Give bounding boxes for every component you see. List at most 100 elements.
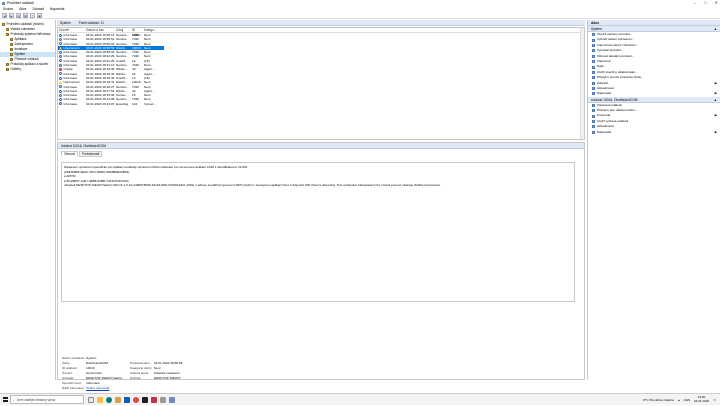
- warning-icon: [59, 46, 62, 50]
- tab-details[interactable]: Podrobnosti: [79, 151, 103, 157]
- menu-item[interactable]: Akce: [19, 7, 26, 11]
- clock[interactable]: 19:00 04.01.2020: [694, 395, 709, 404]
- event-viewer-window: Prohlížeč událostí – □ ✕ Soubor Akce Zob…: [0, 0, 720, 405]
- taskbar-apps: [88, 396, 175, 403]
- property-key: Další informace:: [62, 386, 85, 390]
- info-icon: [59, 37, 62, 41]
- action-icon: [592, 43, 595, 47]
- log-actions-list: Otevřít uložený protokol... Vytvořit vlas…: [588, 32, 720, 97]
- detail-title: Událost 10016, DistributedCOM: [58, 143, 584, 149]
- terminal-icon[interactable]: [142, 396, 148, 403]
- close-icon[interactable]: ✕: [715, 0, 718, 5]
- event-viewer-task-icon[interactable]: [169, 396, 175, 403]
- taskbar: ⌕ Sem zadejte hledaný výraz 8°C Převážně…: [0, 393, 720, 405]
- collapse-icon[interactable]: ▲: [714, 26, 717, 31]
- weather-text[interactable]: 8°C Převážně oblačno: [643, 398, 674, 402]
- menu-item[interactable]: Soubor: [3, 7, 13, 11]
- folder-icon[interactable]: [115, 396, 121, 403]
- minimize-icon[interactable]: –: [694, 0, 696, 5]
- search-icon: ⌕: [13, 397, 15, 402]
- action-icon: [592, 49, 595, 53]
- action-item[interactable]: Nápověda ▶: [588, 130, 720, 135]
- table-cell: 04.01.2020 18:13:07: [86, 101, 115, 106]
- folder-icon: [2, 23, 5, 26]
- network-icon[interactable]: ▴: [678, 398, 680, 402]
- event-detail-pane: Událost 10016, DistributedCOM Obecné Pod…: [57, 142, 585, 390]
- tool-icon[interactable]: [160, 396, 166, 403]
- action-icon: [592, 70, 595, 74]
- tab-general[interactable]: Obecné: [61, 151, 79, 157]
- info-icon: [59, 85, 62, 89]
- level-label: Informace: [63, 101, 78, 106]
- column-header[interactable]: ID událo...: [132, 28, 144, 37]
- table-row[interactable]: Informace 04.01.2020 18:13:07 Eventlog 104 V…: [58, 102, 584, 106]
- action-icon: [592, 109, 595, 113]
- info-icon: [59, 72, 62, 76]
- properties-icon[interactable]: ▦: [23, 12, 28, 18]
- event-count: Počet událostí: 11: [78, 20, 104, 25]
- action-label: Nápověda: [597, 129, 612, 134]
- online-help-link[interactable]: Online nápověda: [86, 386, 109, 390]
- column-header[interactable]: Zdroj: [116, 28, 132, 32]
- notifications-icon[interactable]: ▭: [713, 398, 716, 402]
- menu-bar: Soubor Akce Zobrazit Nápověda: [0, 6, 720, 11]
- file-explorer-icon[interactable]: [97, 396, 103, 403]
- action-icon: [592, 81, 595, 85]
- action-icon: [592, 87, 595, 91]
- actions-pane: Akce Systém ▲ Otevřít uložený protokol..…: [587, 20, 720, 380]
- edge-icon[interactable]: [106, 396, 112, 403]
- console-tree: Prohlížeč událostí (místní) Vlastní zobra…: [0, 20, 56, 380]
- help-icon[interactable]: ?: [30, 12, 35, 18]
- log-name: Systém: [60, 20, 71, 25]
- action-icon: [592, 60, 595, 64]
- column-header[interactable]: Datum a čas: [86, 28, 116, 32]
- folder-icon: [10, 53, 13, 56]
- action-icon: [592, 103, 595, 107]
- menu-item[interactable]: Zobrazit: [32, 7, 44, 11]
- property-value: [154, 386, 214, 391]
- info-icon: [59, 102, 62, 106]
- action-icon: [592, 125, 595, 129]
- chrome-icon[interactable]: [133, 396, 139, 403]
- action-icon: [592, 114, 595, 118]
- task-view-icon[interactable]: [88, 396, 94, 403]
- error-icon: [59, 68, 62, 72]
- taskbar-search[interactable]: ⌕ Sem zadejte hledaný výraz: [10, 395, 84, 404]
- info-icon: [59, 76, 62, 80]
- window-title: Prohlížeč událostí: [7, 1, 34, 5]
- action-icon: [592, 120, 595, 124]
- menu-item[interactable]: Nápověda: [50, 7, 65, 11]
- folder-icon: [6, 63, 9, 66]
- info-icon: [59, 98, 62, 102]
- property-row: Další informace: Online nápověda: [62, 386, 362, 391]
- warning-icon: [59, 80, 62, 84]
- event-list: Úroveň Datum a čas Zdroj ID událo... Katego.…: [57, 27, 585, 140]
- show-action-pane-icon[interactable]: ▣: [37, 12, 42, 18]
- info-icon: [59, 42, 62, 46]
- column-header[interactable]: Katego...: [144, 28, 164, 32]
- windows-logo-icon: [2, 397, 8, 402]
- tree-item[interactable]: Odběry: [0, 67, 55, 72]
- submenu-arrow-icon: ▶: [714, 80, 717, 85]
- folder-icon: [6, 33, 9, 36]
- back-icon[interactable]: ◀: [2, 12, 7, 18]
- language-indicator[interactable]: CES: [684, 398, 690, 402]
- forward-icon[interactable]: ▶: [9, 12, 14, 18]
- list-header: Systém Počet událostí: 11: [57, 20, 585, 26]
- folder-icon: [6, 68, 9, 71]
- collapse-icon[interactable]: ▲: [714, 97, 717, 102]
- app-icon: [2, 1, 5, 5]
- column-header[interactable]: Úroveň: [58, 28, 86, 32]
- action-icon: [592, 54, 595, 58]
- media-icon[interactable]: [151, 396, 157, 403]
- list-scrollbar[interactable]: [580, 28, 584, 139]
- detail-tabs: Obecné Podrobnosti: [58, 151, 584, 157]
- maximize-icon[interactable]: □: [704, 0, 706, 5]
- info-icon: [59, 33, 62, 37]
- start-button[interactable]: [0, 394, 10, 406]
- show-tree-icon[interactable]: ▤: [16, 12, 21, 18]
- toolbar: ◀ ▶ ▤ ▦ ? ▣: [0, 12, 720, 19]
- store-icon[interactable]: [124, 396, 130, 403]
- folder-icon: [10, 43, 13, 46]
- event-message: Nastavení oprávnění specifické pro aplik…: [61, 162, 575, 302]
